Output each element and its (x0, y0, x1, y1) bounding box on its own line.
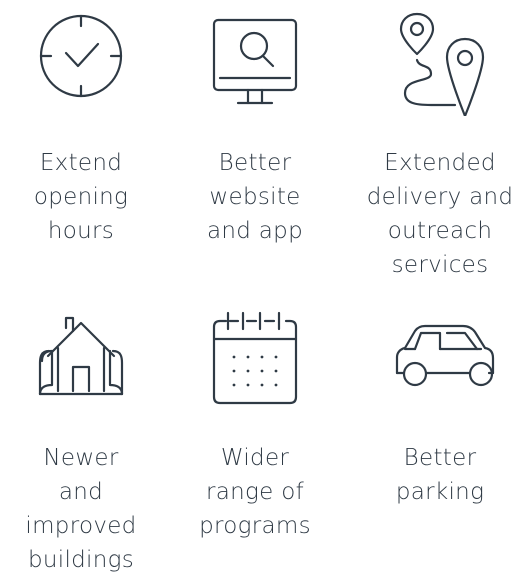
benefit-label: Better website and app (207, 150, 303, 244)
benefit-label: Better parking (395, 445, 485, 505)
benefits-grid: Extend opening hours Better website and … (0, 0, 528, 573)
benefit-label: Wider range of programs (199, 445, 311, 539)
calendar-icon (200, 301, 310, 411)
benefit-label: Extended delivery and outreach services (366, 150, 514, 278)
benefit-extend-opening-hours: Extend opening hours (0, 6, 169, 248)
benefit-extended-delivery-and-outreach-services: Extended delivery and outreach services (352, 6, 528, 282)
benefit-label: Newer and improved buildings (25, 445, 137, 573)
benefit-better-parking: Better parking (352, 301, 528, 509)
benefit-newer-and-improved-buildings: Newer and improved buildings (0, 301, 169, 577)
clock-icon (26, 6, 136, 116)
monitor-search-icon (200, 6, 310, 116)
route-map-pin-icon (385, 6, 495, 116)
benefit-wider-range-of-programs: Wider range of programs (167, 301, 343, 543)
car-icon (385, 301, 495, 411)
benefit-better-website-and-app: Better website and app (167, 6, 343, 248)
benefit-label: Extend opening hours (33, 150, 129, 244)
house-blueprint-icon (26, 301, 136, 411)
